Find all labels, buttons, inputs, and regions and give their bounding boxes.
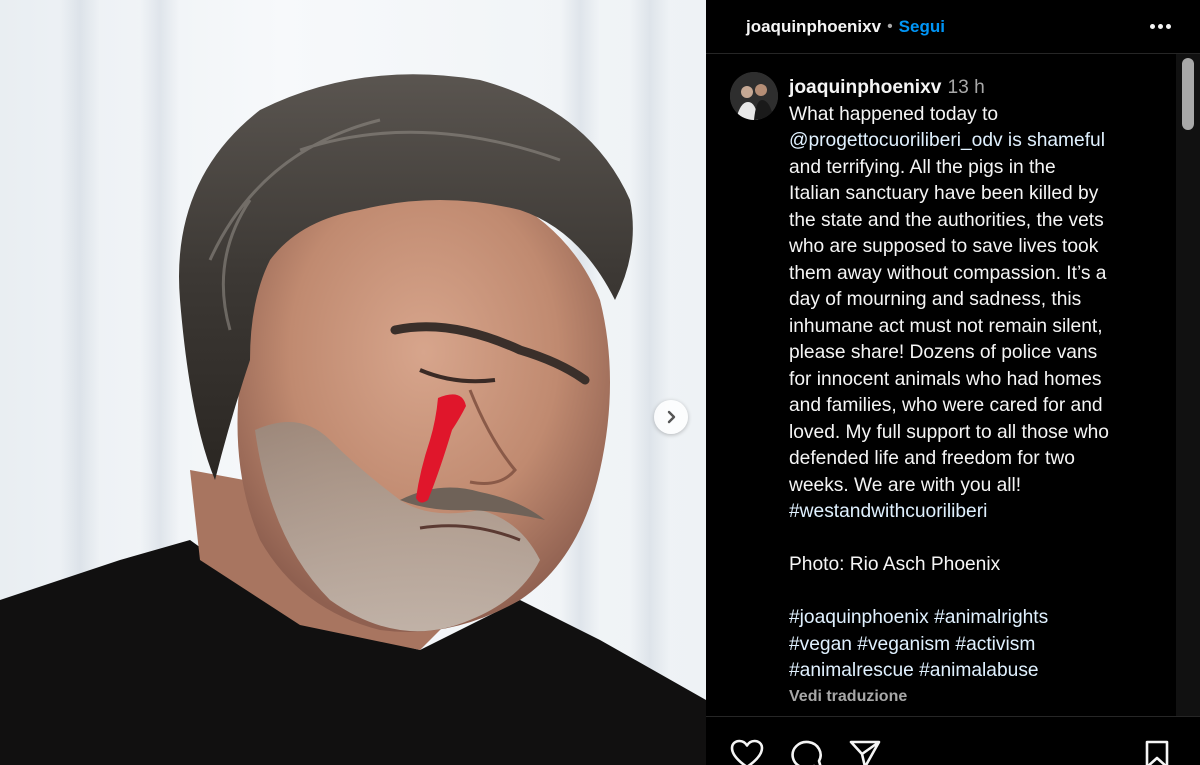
caption-line: who are supposed to save lives took [789, 236, 1099, 257]
caption-line: weeks. We are with you all! [789, 474, 1022, 496]
header-separator: • [887, 17, 893, 35]
more-horizontal-icon [1157, 23, 1163, 29]
caption-line: Italian sanctuary have been killed by [789, 183, 1099, 204]
portrait-photo [0, 74, 706, 765]
caption-line: and terrifying. All the pigs in the [789, 156, 1056, 178]
post-side-panel: joaquinphoenixv • Segui joaquinphoenixv … [706, 0, 1200, 765]
more-horizontal-icon [1149, 23, 1155, 29]
bookmark-icon[interactable] [1142, 739, 1172, 765]
avatar[interactable] [730, 72, 778, 120]
post-header: joaquinphoenixv • Segui [706, 0, 1200, 54]
post-timestamp[interactable]: 13 h [947, 77, 984, 98]
chevron-right-icon [667, 410, 676, 424]
caption-line: What happened today to [789, 103, 999, 125]
scrollbar-thumb[interactable] [1182, 58, 1194, 130]
instagram-post: joaquinphoenixv • Segui joaquinphoenixv … [0, 0, 1200, 765]
hashtag-link[interactable]: #joaquinphoenix #animalrights [789, 605, 1174, 632]
mention-link[interactable]: @progettocuoriliberi_odv is shameful [789, 128, 1174, 155]
heart-icon[interactable] [730, 739, 764, 765]
next-slide-button[interactable] [654, 400, 688, 434]
post-actions-bar [706, 716, 1200, 765]
caption-username[interactable]: joaquinphoenixv [789, 77, 941, 98]
caption-line: loved. My full support to all those who [789, 421, 1109, 443]
more-horizontal-icon [1165, 23, 1171, 29]
caption-line: defended life and freedom for two [789, 448, 1075, 469]
send-icon[interactable] [848, 739, 882, 765]
photo-credit: Photo: Rio Asch Phoenix [789, 554, 1001, 575]
scrollbar-track[interactable] [1176, 54, 1200, 716]
caption-scroll-area[interactable]: joaquinphoenixv 13 h What happened today … [706, 55, 1200, 715]
follow-button[interactable]: Segui [899, 17, 945, 37]
post-media[interactable] [0, 0, 706, 765]
caption-line: and families, who were cared for and [789, 395, 1103, 416]
caption-line: please share! Dozens of police vans [789, 342, 1098, 363]
post-caption: joaquinphoenixv 13 h What happened today … [789, 75, 1174, 685]
see-translation-link[interactable]: Vedi traduzione [789, 688, 907, 706]
hashtag-link[interactable]: #vegan #veganism #activism [789, 632, 1174, 659]
caption-line: inhumane act must not remain silent, [789, 315, 1103, 337]
hashtag-link[interactable]: #animalrescue #animalabuse [789, 658, 1174, 685]
caption-line: day of mourning and sadness, this [789, 289, 1082, 310]
header-username[interactable]: joaquinphoenixv [746, 17, 881, 37]
caption-line: them away without compassion. It’s a [789, 262, 1107, 284]
hashtag-link[interactable]: #westandwithcuoriliberi [789, 499, 1174, 526]
avatar-image [730, 72, 778, 120]
comment-icon[interactable] [790, 739, 824, 765]
more-options-button[interactable] [1146, 14, 1174, 38]
caption-line: for innocent animals who had homes [789, 368, 1102, 390]
caption-line: the state and the authorities, the vets [789, 209, 1104, 231]
